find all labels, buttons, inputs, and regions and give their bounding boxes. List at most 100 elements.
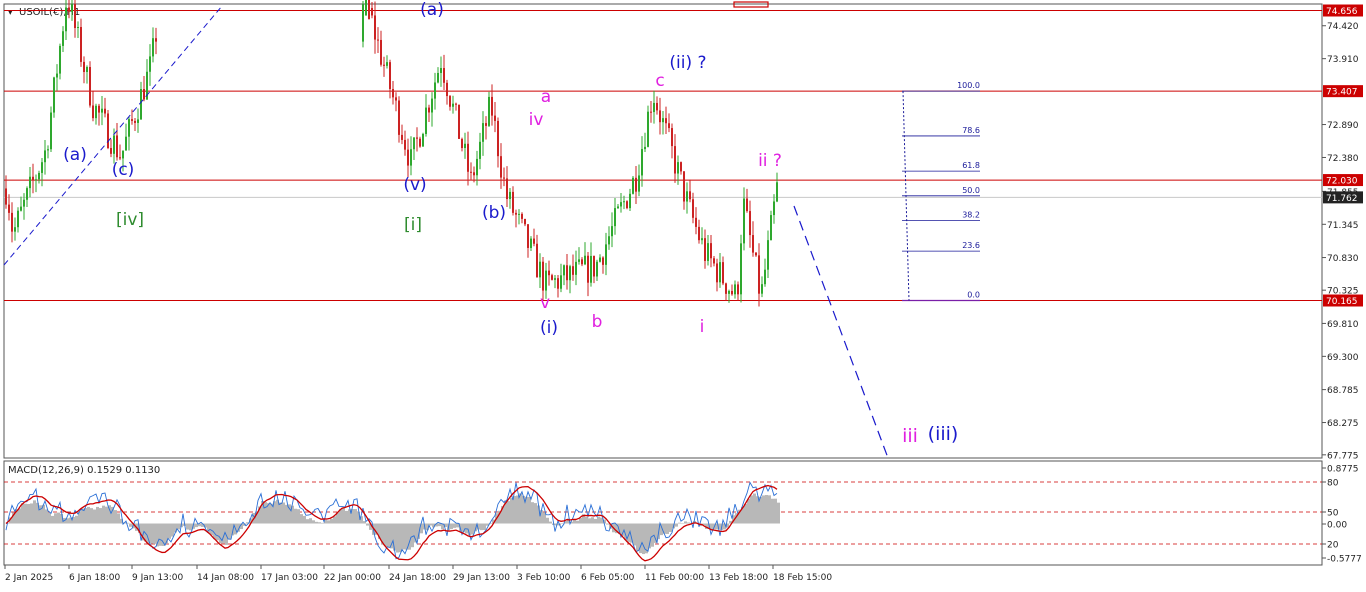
candle-body (122, 150, 124, 159)
macd-hist-bar (666, 523, 669, 534)
candle-body (431, 98, 433, 113)
price-tick-label: 71.345 (1327, 221, 1359, 231)
candle-body (395, 97, 397, 101)
macd-hist-bar (762, 495, 765, 524)
candle-body (35, 179, 37, 181)
candle-body (581, 259, 583, 265)
candle-body (62, 31, 64, 46)
candle-body (131, 119, 133, 121)
macd-hist-bar (48, 512, 51, 524)
macd-hist-bar (576, 520, 579, 524)
candle-body (518, 213, 520, 215)
candle-body (560, 275, 562, 289)
time-tick-label: 18 Feb 15:00 (773, 573, 832, 583)
symbol-menu-arrow-icon[interactable]: ▾ (8, 8, 13, 18)
candle-body (371, 8, 373, 16)
macd-hist-bar (750, 495, 753, 524)
candle-body (776, 182, 778, 202)
macd-hist-bar (687, 522, 690, 524)
price-tick-label: 68.785 (1327, 386, 1359, 396)
macd-hist-bar (330, 518, 333, 524)
macd-hist-bar (297, 509, 300, 524)
macd-hist-bar (483, 523, 486, 531)
candle-body (659, 110, 661, 123)
wave-label: ii ? (758, 151, 782, 171)
candle-body (506, 178, 508, 200)
macd-hist-bar (321, 522, 324, 524)
candle-body (143, 88, 145, 100)
macd-hist-bar (279, 502, 282, 524)
candle-body (662, 118, 664, 123)
macd-hist-bar (393, 523, 396, 551)
macd-hist-bar (534, 503, 537, 524)
candle-body (620, 202, 622, 207)
macd-hist-bar (399, 523, 402, 553)
macd-hist-bar (669, 523, 672, 532)
candle-body (77, 26, 79, 28)
candle-body (59, 45, 61, 74)
macd-hist-bar (306, 519, 309, 524)
macd-hist-bar (606, 523, 609, 525)
candle-body (491, 96, 493, 116)
macd-hist-bar (30, 503, 33, 524)
time-tick-label: 17 Jan 03:00 (261, 573, 318, 583)
macd-hist-bar (39, 505, 42, 524)
macd-hist-bar (363, 521, 366, 524)
wave-label: [i] (404, 215, 422, 235)
candle-body (698, 226, 700, 241)
macd-hist-bar (285, 504, 288, 524)
macd-hist-bar (591, 517, 594, 524)
candle-body (86, 66, 88, 72)
candle-body (452, 103, 454, 107)
price-tick-label: 72.890 (1327, 121, 1359, 131)
wave-label: (a) (63, 145, 87, 165)
macd-hist-bar (366, 523, 369, 526)
candle-body (572, 266, 574, 275)
candle-body (746, 198, 748, 212)
chart-canvas[interactable]: ▾ USOIL(€),H1 74.65673.40772.03070.165 0… (0, 0, 1366, 588)
candle-body (722, 262, 724, 284)
chart-window[interactable]: ▾ USOIL(€),H1 74.656 73.407 72.030 70.165 0… (0, 0, 1366, 588)
wave-label: a (541, 87, 551, 107)
candle-body (668, 123, 670, 129)
wave-label: (v) (403, 175, 426, 195)
macd-hist-bar (177, 523, 180, 530)
candle-body (767, 240, 769, 270)
candle-body (749, 211, 751, 236)
candle-body (104, 108, 106, 114)
level-price-label: 74.656 (1326, 7, 1358, 17)
price-tick-label: 70.830 (1327, 254, 1359, 264)
candle-body (8, 204, 10, 213)
candle-body (383, 64, 385, 66)
candle-body (449, 96, 451, 107)
time-tick-label: 11 Feb 00:00 (645, 573, 704, 583)
macd-hist-bar (189, 523, 192, 531)
candle-body (755, 252, 757, 256)
macd-hist-bar (480, 523, 483, 531)
candle-body (95, 105, 97, 119)
time-tick-label: 13 Feb 18:00 (709, 573, 768, 583)
wave-label: v (540, 293, 550, 313)
candle-body (596, 261, 598, 277)
macd-hist-bar (765, 494, 768, 524)
candle-body (398, 100, 400, 135)
candle-body (512, 191, 514, 213)
macd-hist-bar (768, 495, 771, 524)
candle-body (116, 135, 118, 158)
candle-body (695, 217, 697, 227)
macd-hist-bar (384, 523, 387, 547)
macd-hist-bar (318, 522, 321, 524)
candle-body (557, 278, 559, 289)
macd-hist-bar (57, 512, 60, 524)
macd-hist-bar (264, 502, 267, 524)
wave-label: i (700, 317, 705, 337)
macd-hist-bar (549, 521, 552, 524)
macd-hist-bar (312, 520, 315, 524)
macd-hist-bar (327, 520, 330, 524)
candle-body (743, 198, 745, 244)
time-axis[interactable]: 2 Jan 2025 6 Jan 18:00 9 Jan 13:00 14 Jan 0… (4, 565, 832, 583)
candle-body (605, 244, 607, 265)
macd-hist-bar (93, 509, 96, 524)
price-tick-label: 72.380 (1327, 154, 1359, 164)
macd-hist-bar (282, 502, 285, 524)
